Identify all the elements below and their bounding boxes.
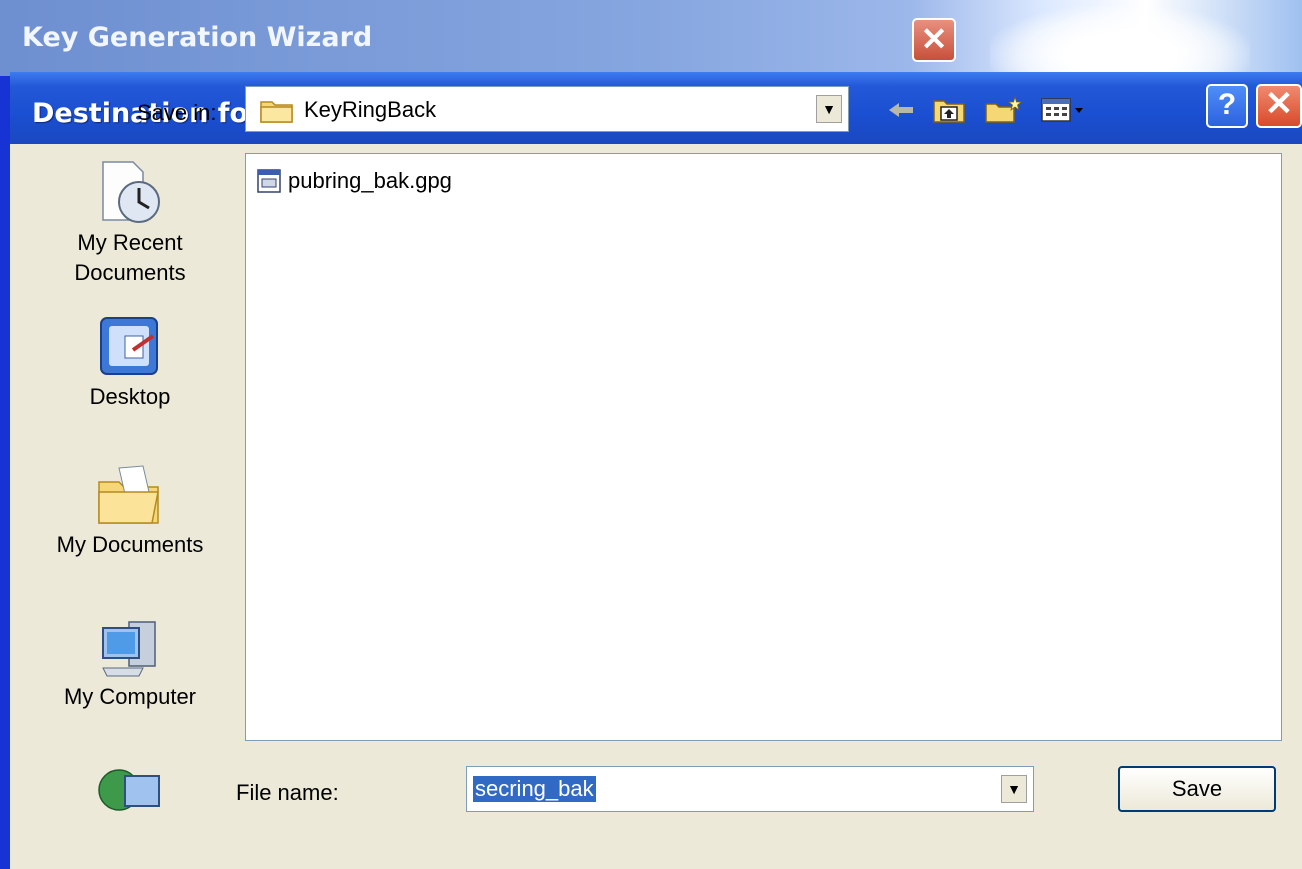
desktop-cloud-background: [990, 6, 1250, 76]
save-in-label: Save in:: [137, 100, 217, 125]
chevron-down-icon[interactable]: ▼: [816, 95, 842, 123]
wizard-close-button[interactable]: ✕: [912, 18, 956, 62]
wizard-titlebar[interactable]: Key Generation Wizard ✕: [0, 0, 1302, 76]
places-desktop[interactable]: Desktop: [40, 312, 220, 412]
wizard-title: Key Generation Wizard: [22, 22, 373, 53]
save-in-dropdown[interactable]: KeyRingBack ▼: [245, 86, 849, 132]
desktop-icon: [100, 317, 158, 375]
places-label: Desktop: [89, 384, 171, 409]
recent-documents-icon: [102, 161, 160, 223]
file-list[interactable]: pubring_bak.gpg: [245, 153, 1282, 741]
my-computer-icon: [102, 621, 156, 677]
places-label: My Documents: [56, 532, 204, 557]
places-my-documents[interactable]: My Documents: [40, 460, 220, 560]
views-menu-icon[interactable]: [1040, 96, 1086, 124]
back-arrow-icon[interactable]: [885, 96, 917, 124]
network-places-icon: [98, 769, 160, 811]
gpg-file-icon: [257, 169, 281, 193]
places-recent-documents[interactable]: My Recent Documents: [40, 158, 220, 288]
places-label: My Recent Documents: [74, 230, 186, 285]
help-button[interactable]: ?: [1206, 84, 1248, 128]
up-one-level-icon[interactable]: [932, 96, 966, 124]
file-name-label: File name:: [236, 780, 339, 805]
folder-icon: [260, 101, 293, 123]
chevron-down-icon[interactable]: ▼: [1001, 775, 1027, 803]
file-name-value[interactable]: secring_bak: [473, 776, 596, 802]
places-my-computer[interactable]: My Computer: [40, 612, 220, 712]
dialog-close-button[interactable]: ✕: [1256, 84, 1302, 128]
places-label: My Computer: [63, 684, 197, 709]
my-documents-icon: [98, 465, 159, 524]
file-name-input[interactable]: secring_bak ▼: [466, 766, 1034, 812]
save-button[interactable]: Save: [1118, 766, 1276, 812]
save-in-value: KeyRingBack: [304, 97, 437, 122]
new-folder-icon[interactable]: [984, 96, 1024, 124]
places-network[interactable]: [40, 760, 220, 830]
file-name: pubring_bak.gpg: [288, 168, 452, 193]
